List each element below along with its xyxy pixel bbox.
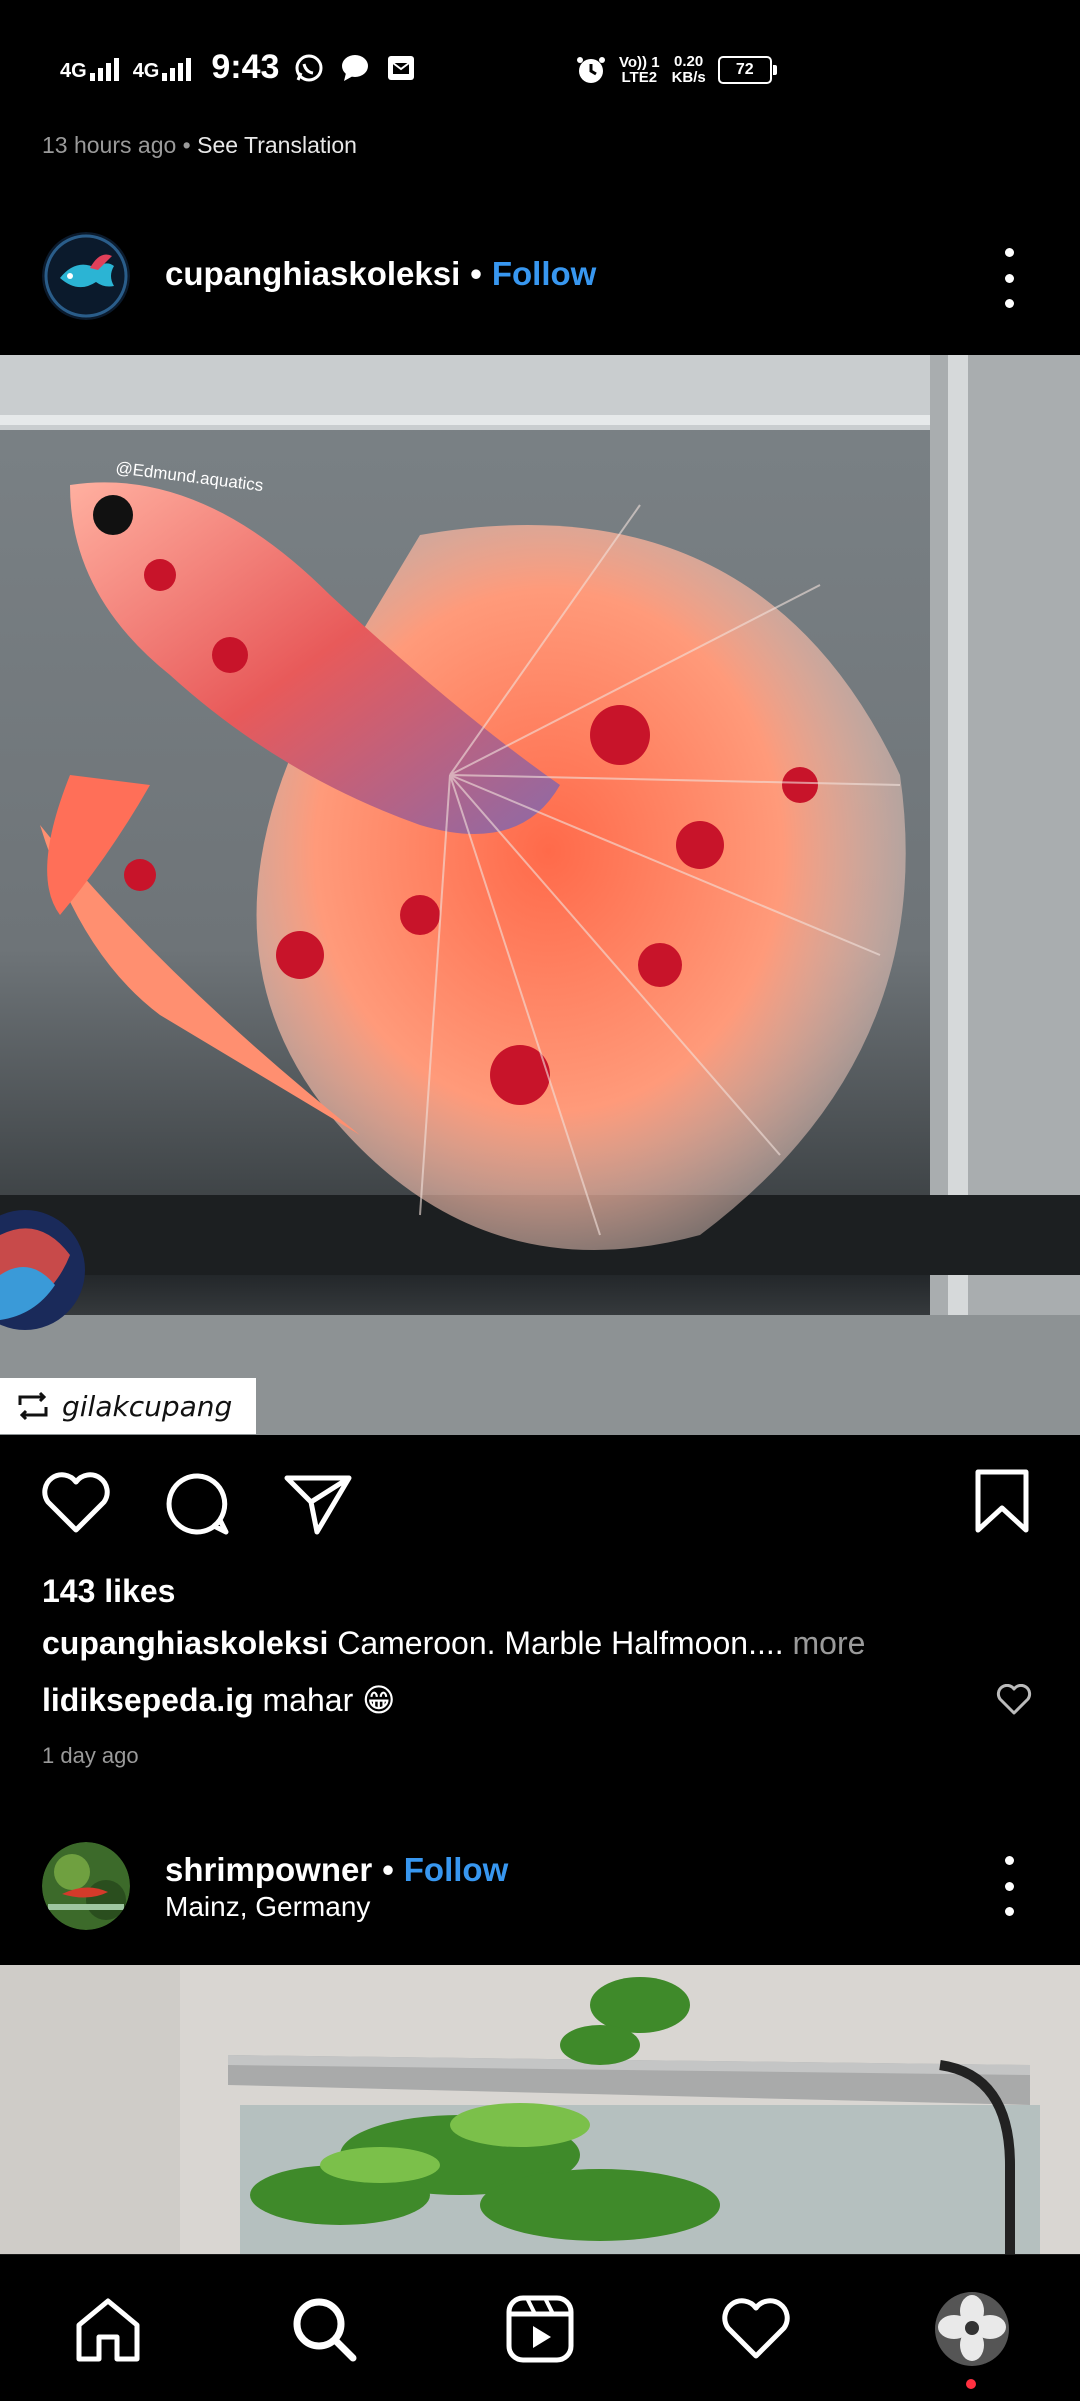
follow-button[interactable]: Follow <box>492 255 596 293</box>
share-button[interactable] <box>283 1472 353 1536</box>
volte-indicator: Vo)) 1 LTE2 <box>619 55 660 85</box>
post-image[interactable] <box>0 1965 1080 2254</box>
post-username[interactable]: shrimpowner <box>165 1851 372 1889</box>
speed-unit: KB/s <box>671 69 706 86</box>
post-header-info: shrimpowner • Follow <box>165 1851 508 1889</box>
meta-separator: • <box>182 132 191 158</box>
post-timestamp: 1 day ago <box>42 1743 139 1768</box>
comment-icon <box>166 1473 229 1535</box>
whatsapp-icon <box>293 52 325 84</box>
share-icon <box>284 1475 352 1535</box>
post-header-info: cupanghiaskoleksi • Follow <box>165 255 596 293</box>
signal-indicator-2: 4G <box>133 55 192 81</box>
previous-post-meta: 13 hours ago • See Translation <box>42 132 357 159</box>
battery-icon: 72 <box>717 56 777 84</box>
network-type-1: 4G <box>60 59 87 82</box>
caption-more-link[interactable]: more <box>793 1625 866 1661</box>
search-icon <box>293 2298 357 2362</box>
repost-icon <box>14 1391 52 1421</box>
mail-icon <box>385 52 417 84</box>
header-separator: • <box>470 255 482 292</box>
post-username[interactable]: cupanghiaskoleksi <box>165 255 460 293</box>
more-options-icon[interactable] <box>994 248 1024 308</box>
nav-home[interactable] <box>70 2291 146 2367</box>
caption-text: Cameroon. Marble Halfmoon.... <box>337 1625 784 1661</box>
home-icon <box>76 2298 140 2362</box>
heart-icon <box>996 1683 1032 1715</box>
signal-bars-icon <box>89 55 119 81</box>
alarm-icon <box>575 54 607 86</box>
bottom-navigation <box>0 2254 1080 2401</box>
heart-icon <box>722 2298 790 2359</box>
meta-time: 13 hours ago <box>42 132 177 158</box>
follow-button[interactable]: Follow <box>404 1851 508 1889</box>
speed-value: 0.20 <box>674 53 704 70</box>
post-location[interactable]: Mainz, Germany <box>165 1891 370 1923</box>
signal-indicator-1: 4G <box>60 55 119 81</box>
post-image[interactable]: @Edmund.aquatics <box>0 355 1080 1435</box>
nav-reels[interactable] <box>502 2291 578 2367</box>
status-bar: 4G 4G 9:43 Vo)) 1 LTE2 0.20 KB/s 72 <box>0 0 1080 130</box>
header-separator: • <box>382 1851 394 1888</box>
signal-bars-icon <box>162 55 192 81</box>
save-button[interactable] <box>972 1468 1032 1534</box>
repost-username: gilakcupang <box>62 1389 233 1423</box>
comment-like-button[interactable] <box>996 1683 1032 1721</box>
caption-username[interactable]: cupanghiaskoleksi <box>42 1625 328 1661</box>
comment-text: mahar 😁 <box>262 1682 396 1718</box>
like-button[interactable] <box>40 1470 112 1536</box>
reels-icon <box>506 2295 574 2363</box>
network-type-2: 4G <box>132 59 160 82</box>
comment-button[interactable] <box>164 1470 232 1538</box>
post-caption: cupanghiaskoleksi Cameroon. Marble Halfm… <box>42 1625 865 1662</box>
heart-icon <box>42 1472 110 1533</box>
nav-search[interactable] <box>286 2291 362 2367</box>
more-options-icon[interactable] <box>994 1856 1024 1916</box>
nav-activity[interactable] <box>718 2291 794 2367</box>
volte-top: Vo)) 1 <box>619 54 660 71</box>
status-left: 4G 4G 9:43 <box>60 48 417 87</box>
repost-tag[interactable]: gilakcupang <box>0 1378 256 1434</box>
battery-level: 72 <box>735 61 754 78</box>
bookmark-icon <box>975 1469 1029 1533</box>
volte-bottom: LTE2 <box>621 69 658 86</box>
status-right: Vo)) 1 LTE2 0.20 KB/s 72 <box>575 54 777 86</box>
post-avatar[interactable] <box>42 232 130 320</box>
likes-count[interactable]: 143 likes <box>42 1573 175 1610</box>
notification-dot <box>966 2379 976 2389</box>
top-comment: lidiksepeda.ig mahar 😁 <box>42 1681 395 1719</box>
status-time: 9:43 <box>211 48 280 86</box>
post-avatar[interactable] <box>42 1842 130 1930</box>
message-icon <box>339 52 371 84</box>
nav-profile[interactable] <box>934 2291 1010 2367</box>
see-translation-link[interactable]: See Translation <box>197 132 357 158</box>
comment-username[interactable]: lidiksepeda.ig <box>42 1682 254 1718</box>
profile-avatar <box>935 2292 1009 2366</box>
network-speed: 0.20 KB/s <box>672 54 706 86</box>
